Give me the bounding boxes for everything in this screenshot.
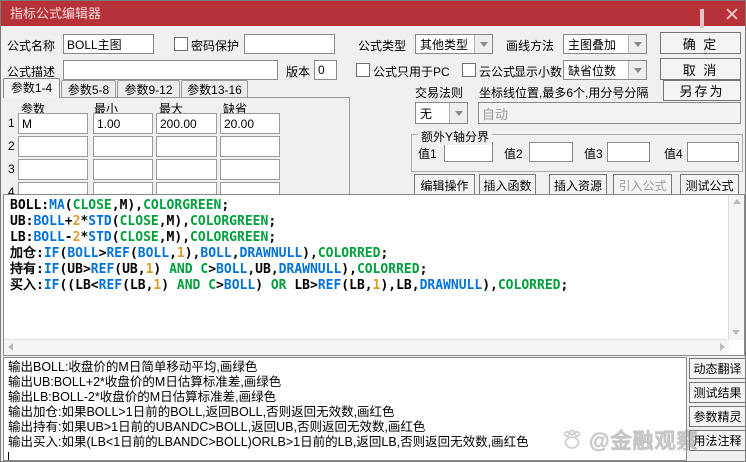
decimal-select[interactable]: 缺省位数 bbox=[563, 60, 647, 80]
translation-line: 输出LB:BOLL-2*收盘价的M日估算标准差,画绿色 bbox=[8, 390, 529, 405]
window-title: 指标公式编辑器 bbox=[10, 6, 101, 21]
formula-type-label: 公式类型 bbox=[358, 37, 406, 54]
code-line: BOLL:MA(CLOSE,M),COLORGREEN; bbox=[10, 198, 726, 214]
param-cell[interactable] bbox=[93, 182, 153, 194]
version-label: 版本 bbox=[286, 63, 310, 80]
axis-value-label: 值2 bbox=[504, 145, 523, 162]
translation-line: 输出BOLL:收盘价的M日简单移动平均,画绿色 bbox=[8, 360, 529, 375]
trade-rule-label: 交易法则 bbox=[415, 84, 463, 101]
coord-position-input[interactable] bbox=[478, 102, 741, 124]
code-lines: BOLL:MA(CLOSE,M),COLORGREEN;UB:BOLL+2*ST… bbox=[10, 198, 726, 294]
dynamic-translation-area[interactable]: 输出BOLL:收盘价的M日简单移动平均,画绿色输出UB:BOLL+2*收盘价的M… bbox=[3, 357, 687, 461]
pc-only-label: 公式只用于PC bbox=[373, 63, 450, 80]
param-cell[interactable] bbox=[220, 182, 280, 194]
param-cell[interactable] bbox=[93, 136, 153, 157]
password-input[interactable] bbox=[244, 34, 335, 54]
axis-value-label: 值4 bbox=[664, 145, 683, 162]
save-as-button[interactable]: 另存为 bbox=[663, 80, 741, 101]
param-row-number: 4 bbox=[8, 185, 15, 194]
formula-name-input[interactable] bbox=[63, 34, 154, 54]
cloud-formula-label: 云公式 bbox=[479, 63, 515, 80]
draw-method-label: 画线方法 bbox=[506, 37, 554, 54]
draw-method-select[interactable]: 主图叠加 bbox=[563, 34, 647, 54]
scroll-right-icon[interactable] bbox=[720, 343, 725, 351]
extra-axis-group-label: 额外Y轴分界 bbox=[418, 128, 492, 145]
translation-line: 输出买入:如果(LB<1日前的LBANDC>BOLL)ORLB>1日前的LB,返… bbox=[8, 435, 529, 450]
axis-value-input[interactable] bbox=[687, 142, 739, 162]
chevron-down-icon[interactable] bbox=[474, 35, 492, 53]
cancel-button[interactable]: 取 消 bbox=[660, 58, 741, 80]
vertical-scrollbar[interactable] bbox=[728, 195, 744, 340]
scroll-left-icon[interactable] bbox=[8, 343, 13, 351]
formula-code-editor[interactable]: BOLL:MA(CLOSE,M),COLORGREEN;UB:BOLL+2*ST… bbox=[3, 194, 745, 356]
chevron-down-icon[interactable] bbox=[628, 35, 646, 53]
side-button-用法注释[interactable]: 用法注释 bbox=[689, 430, 746, 451]
pc-only-checkbox[interactable] bbox=[356, 63, 370, 77]
param-cell[interactable] bbox=[156, 113, 217, 134]
side-button-动态翻译[interactable]: 动态翻译 bbox=[689, 358, 746, 379]
param-cell[interactable] bbox=[220, 136, 280, 157]
code-line: 持有:IF(UB>REF(UB,1) AND C>BOLL,UB,DRAWNUL… bbox=[10, 262, 726, 278]
axis-value-input[interactable] bbox=[529, 142, 573, 162]
horizontal-scrollbar[interactable] bbox=[4, 339, 729, 355]
tab-参数1-4[interactable]: 参数1-4 bbox=[3, 78, 60, 98]
maximize-icon bbox=[700, 9, 704, 28]
param-table-panel: 参数最小最大缺省1234 bbox=[3, 97, 350, 194]
param-cell[interactable] bbox=[220, 159, 280, 180]
version-input[interactable] bbox=[314, 60, 337, 80]
param-cell[interactable] bbox=[156, 159, 217, 180]
param-cell[interactable] bbox=[156, 182, 217, 194]
translation-line: 输出UB:BOLL+2*收盘价的M日估算标准差,画绿色 bbox=[8, 375, 529, 390]
param-cell[interactable] bbox=[18, 136, 88, 157]
titlebar[interactable]: 指标公式编辑器 bbox=[1, 1, 745, 26]
param-cell[interactable] bbox=[220, 113, 280, 134]
side-buttons-column: 动态翻译测试结果参数精灵用法注释 bbox=[689, 358, 746, 454]
formula-desc-input[interactable] bbox=[63, 60, 278, 80]
translation-line: 输出持有:如果UB>1日前的UBANDC>BOLL,返回UB,否则返回无效数,画… bbox=[8, 420, 529, 435]
tab-参数13-16[interactable]: 参数13-16 bbox=[181, 80, 248, 98]
axis-value-label: 值1 bbox=[418, 145, 437, 162]
scroll-down-icon[interactable] bbox=[732, 330, 740, 335]
formula-type-select[interactable]: 其他类型 bbox=[415, 34, 493, 54]
side-button-参数精灵[interactable]: 参数精灵 bbox=[689, 406, 746, 427]
param-cell[interactable] bbox=[18, 182, 88, 194]
cloud-formula-checkbox[interactable] bbox=[462, 63, 476, 77]
tab-参数5-8[interactable]: 参数5-8 bbox=[61, 80, 116, 98]
param-cell[interactable] bbox=[18, 113, 88, 134]
axis-value-label: 值3 bbox=[584, 145, 603, 162]
param-cell[interactable] bbox=[93, 159, 153, 180]
param-row-number: 2 bbox=[8, 139, 15, 153]
param-row-number: 3 bbox=[8, 162, 15, 176]
param-cell[interactable] bbox=[156, 136, 217, 157]
text-cursor bbox=[8, 452, 9, 461]
param-cell[interactable] bbox=[93, 113, 153, 134]
translation-line: 输出加仓:如果BOLL>1日前的BOLL,返回BOLL,否则返回无效数,画红色 bbox=[8, 405, 529, 420]
param-row-number: 1 bbox=[8, 116, 15, 130]
trade-rule-select[interactable]: 无 bbox=[415, 102, 468, 124]
formula-name-label: 公式名称 bbox=[7, 37, 55, 54]
scroll-up-icon[interactable] bbox=[733, 199, 741, 204]
password-protect-checkbox[interactable] bbox=[174, 37, 188, 51]
side-button-测试结果[interactable]: 测试结果 bbox=[689, 382, 746, 403]
axis-value-input[interactable] bbox=[444, 142, 493, 162]
code-line: 加仓:IF(BOLL>REF(BOLL,1),BOLL,DRAWNULL),CO… bbox=[10, 246, 726, 262]
code-line: LB:BOLL-2*STD(CLOSE,M),COLORGREEN; bbox=[10, 230, 726, 246]
chevron-down-icon[interactable] bbox=[449, 103, 467, 123]
tab-参数9-12[interactable]: 参数9-12 bbox=[117, 80, 180, 98]
coord-hint-label: 坐标线位置,最多6个,用分号分隔 bbox=[479, 84, 648, 101]
close-button[interactable] bbox=[724, 6, 739, 21]
code-line: 买入:IF((LB<REF(LB,1) AND C>BOLL) OR LB>RE… bbox=[10, 278, 726, 294]
ok-button[interactable]: 确 定 bbox=[660, 32, 741, 54]
chevron-down-icon[interactable] bbox=[628, 61, 646, 79]
password-protect-label: 密码保护 bbox=[191, 37, 239, 54]
translation-lines: 输出BOLL:收盘价的M日简单移动平均,画绿色输出UB:BOLL+2*收盘价的M… bbox=[8, 360, 529, 461]
decimal-label: 显示小数 bbox=[514, 63, 562, 80]
code-line: UB:BOLL+2*STD(CLOSE,M),COLORGREEN; bbox=[10, 214, 726, 230]
maximize-button[interactable] bbox=[700, 6, 715, 21]
indicator-formula-editor-dialog: 指标公式编辑器 公式名称 密码保护 公式类型 其他类型 画线方法 主图叠加 确 … bbox=[0, 0, 746, 462]
axis-value-input[interactable] bbox=[607, 142, 650, 162]
param-cell[interactable] bbox=[18, 159, 88, 180]
